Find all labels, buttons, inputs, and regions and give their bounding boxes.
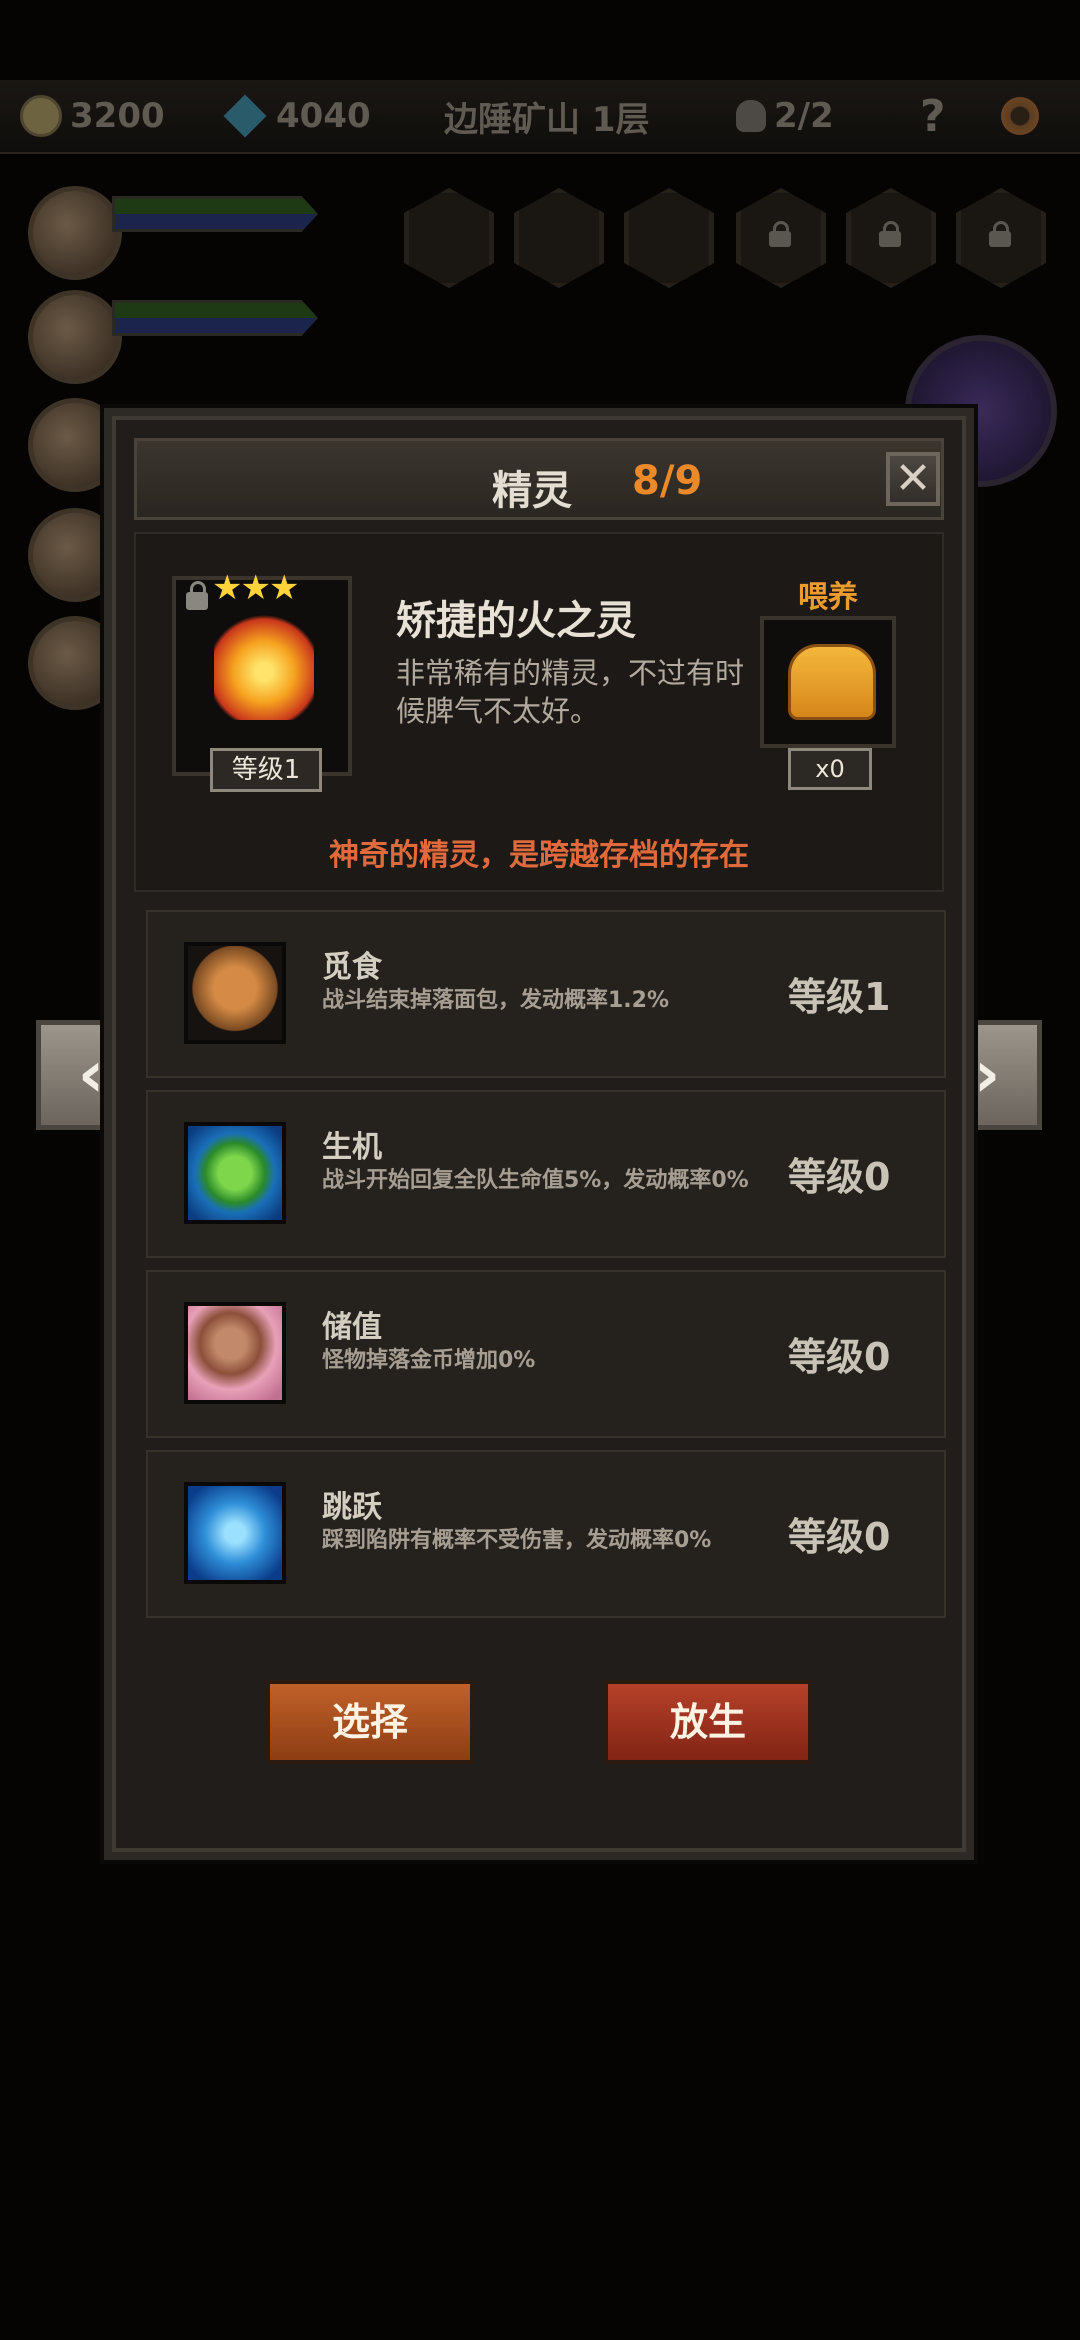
spirit-name: 矫捷的火之灵 (396, 598, 636, 644)
locked-slot (736, 188, 826, 288)
help-button[interactable]: ? (920, 90, 946, 142)
skill-description: 战斗结束掉落面包，发动概率1.2% (322, 988, 670, 1013)
skill-row[interactable]: 跳跃 踩到陷阱有概率不受伤害，发动概率0% 等级0 (146, 1450, 946, 1618)
skull-counter: 2/2 (736, 92, 834, 140)
gem-icon (223, 94, 267, 138)
gem-value: 4040 (276, 96, 371, 136)
skill-name: 觅食 (322, 950, 382, 985)
cup-icon (184, 1302, 286, 1404)
leap-icon (184, 1482, 286, 1584)
skill-level: 等级0 (788, 1335, 891, 1379)
gem-counter: 4040 (223, 92, 371, 140)
skill-description: 战斗开始回复全队生命值5%，发动概率0% (322, 1168, 749, 1193)
skill-row[interactable]: 储值 怪物掉落金币增加0% 等级0 (146, 1270, 946, 1438)
bread-icon (788, 644, 876, 720)
location-text: 边陲矿山 1层 (444, 99, 650, 140)
skill-name: 储值 (322, 1310, 382, 1345)
star-rating: ★★★ (212, 568, 299, 608)
lock-icon[interactable] (186, 581, 208, 610)
skull-value: 2/2 (774, 96, 834, 136)
gingerbread-icon (184, 942, 286, 1044)
feed-button[interactable] (760, 616, 896, 748)
skill-level: 等级0 (788, 1155, 891, 1199)
close-button[interactable]: ✕ (886, 452, 940, 506)
skull-icon (736, 100, 766, 132)
select-button[interactable]: 选择 (266, 1680, 474, 1764)
skill-name: 跳跃 (322, 1490, 382, 1525)
spirit-dialog: 精灵 8/9 ✕ ★★★ 等级1 矫捷的火之灵 非常稀有的精灵，不过有时候脾气不… (104, 408, 974, 1860)
gold-value: 3200 (70, 96, 165, 136)
top-hud: 3200 4040 边陲矿山 1层 2/2 ? (0, 80, 1080, 154)
skill-row[interactable]: 生机 战斗开始回复全队生命值5%，发动概率0% 等级0 (146, 1090, 946, 1258)
fire-spirit-icon (214, 600, 314, 720)
lock-icon (769, 221, 791, 247)
coin-icon (20, 95, 62, 137)
leaf-icon (184, 1122, 286, 1224)
lock-icon (879, 221, 901, 247)
chevron-right-icon: › (973, 1038, 1001, 1112)
hero-hp-bar (112, 300, 318, 336)
gear-icon (998, 94, 1042, 138)
spirit-tagline: 神奇的精灵，是跨越存档的存在 (329, 838, 749, 873)
dialog-title: 精灵 (492, 468, 572, 514)
spirit-count: 8/9 (632, 458, 703, 504)
hero-portrait (28, 290, 122, 384)
hero-portrait (28, 186, 122, 280)
help-icon: ? (920, 90, 946, 142)
skill-row[interactable]: 觅食 战斗结束掉落面包，发动概率1.2% 等级1 (146, 910, 946, 1078)
hero-hp-bar (112, 196, 318, 232)
gold-counter: 3200 (20, 92, 165, 140)
settings-button[interactable] (998, 92, 1042, 140)
feed-count-badge: x0 (788, 748, 872, 790)
feed-label: 喂养 (798, 580, 858, 615)
spirit-level-badge: 等级1 (210, 748, 322, 792)
skill-description: 踩到陷阱有概率不受伤害，发动概率0% (322, 1528, 712, 1553)
locked-slot (956, 188, 1046, 288)
lock-icon (989, 221, 1011, 247)
equip-slot (514, 188, 604, 288)
locked-slot (846, 188, 936, 288)
skill-description: 怪物掉落金币增加0% (322, 1348, 536, 1373)
skill-level: 等级1 (788, 975, 891, 1019)
close-icon: ✕ (894, 453, 932, 504)
equip-slot (624, 188, 714, 288)
spirit-description: 非常稀有的精灵，不过有时候脾气不太好。 (396, 656, 745, 728)
location-label: 边陲矿山 1层 (444, 92, 650, 140)
skill-name: 生机 (322, 1130, 382, 1165)
chevron-left-icon: ‹ (77, 1038, 105, 1112)
release-button[interactable]: 放生 (604, 1680, 812, 1764)
skill-level: 等级0 (788, 1515, 891, 1559)
equip-slot (404, 188, 494, 288)
